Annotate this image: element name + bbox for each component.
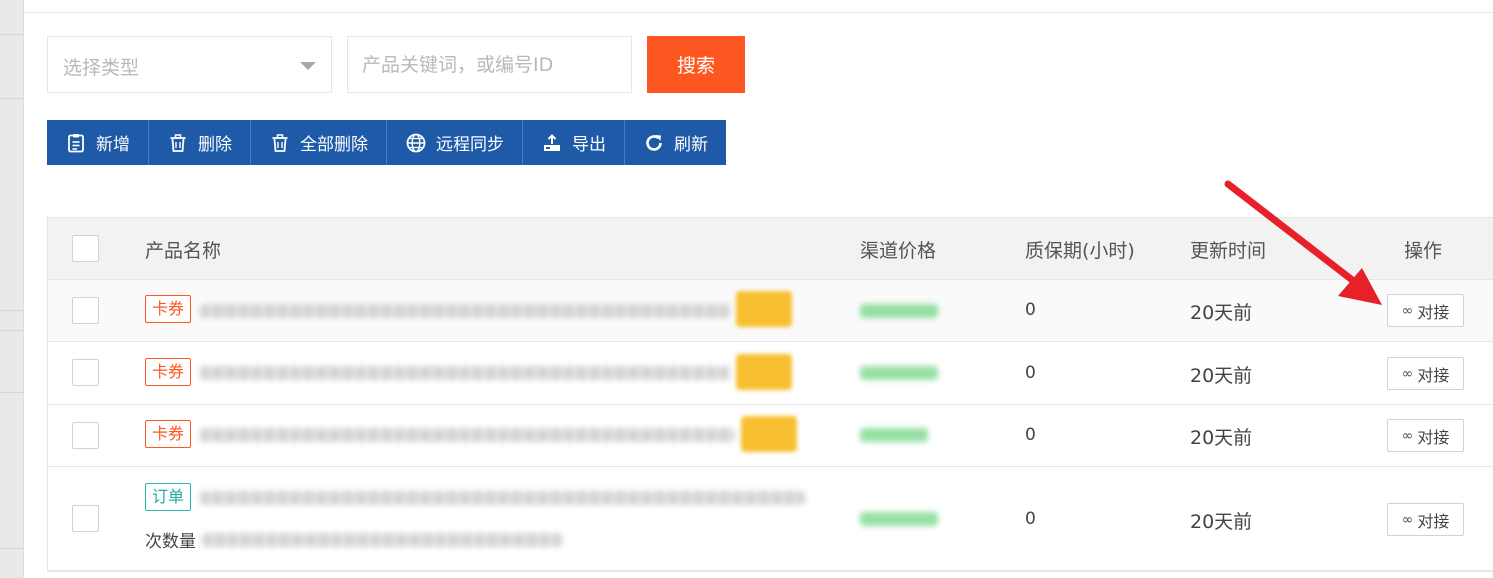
redacted-price (860, 512, 938, 526)
updated-time: 20天前 (1190, 511, 1253, 533)
type-tag: 卡券 (145, 295, 192, 323)
connect-button[interactable]: ∞ 对接 (1387, 357, 1464, 390)
row-checkbox[interactable] (72, 505, 99, 532)
row-checkbox[interactable] (72, 359, 99, 386)
warranty-value: 0 (1025, 300, 1036, 320)
redacted-badge (736, 354, 792, 390)
connect-button-label: 对接 (1417, 427, 1450, 447)
link-icon: ∞ (1401, 302, 1414, 319)
export-button[interactable]: 导出 (523, 120, 625, 165)
redacted-product-name (202, 533, 562, 547)
redacted-product-name (200, 304, 730, 318)
redacted-price (860, 428, 928, 442)
refresh-icon (643, 132, 665, 154)
type-tag: 卡券 (145, 358, 192, 386)
warranty-value: 0 (1025, 509, 1036, 529)
export-button-label: 导出 (572, 135, 606, 155)
table-row: 卡券 0 20天前 ∞ 对接 (48, 280, 1493, 342)
updated-time: 20天前 (1190, 427, 1253, 449)
redacted-badge (741, 416, 797, 452)
warranty-value: 0 (1025, 425, 1036, 445)
top-divider (24, 12, 1493, 13)
keyword-search-input[interactable] (347, 36, 632, 93)
header-product-name: 产品名称 (145, 240, 222, 262)
redacted-price (860, 366, 938, 380)
link-icon: ∞ (1401, 365, 1414, 382)
table-row: 卡券 0 20天前 ∞ 对接 (48, 342, 1493, 405)
chevron-down-icon (300, 62, 316, 70)
updated-time: 20天前 (1190, 302, 1253, 324)
updated-time: 20天前 (1190, 365, 1253, 387)
refresh-button-label: 刷新 (674, 135, 708, 155)
connect-button-label: 对接 (1417, 365, 1450, 385)
connect-button[interactable]: ∞ 对接 (1387, 419, 1464, 452)
select-all-checkbox[interactable] (72, 235, 99, 262)
header-warranty: 质保期(小时) (1025, 240, 1135, 262)
search-button[interactable]: 搜索 (647, 36, 745, 93)
connect-button[interactable]: ∞ 对接 (1387, 294, 1464, 327)
type-select-placeholder: 选择类型 (63, 57, 140, 79)
remote-sync-button-label: 远程同步 (436, 135, 504, 155)
action-toolbar: 新增 删除 全部删除 远程同步 导出 刷新 (47, 120, 726, 165)
rail-divider (0, 330, 24, 331)
redacted-product-name (200, 366, 730, 380)
trash-icon (167, 132, 189, 154)
rail-divider (0, 548, 24, 549)
warranty-value: 0 (1025, 363, 1036, 383)
clipboard-icon (65, 132, 87, 154)
refresh-button[interactable]: 刷新 (625, 120, 726, 165)
header-updated-time: 更新时间 (1190, 240, 1267, 262)
table-header: 产品名称 渠道价格 质保期(小时) 更新时间 操作 (48, 218, 1493, 280)
delete-button-label: 删除 (198, 135, 232, 155)
globe-icon (405, 132, 427, 154)
type-tag: 卡券 (145, 420, 192, 448)
product-table: 产品名称 渠道价格 质保期(小时) 更新时间 操作 卡券 0 20天前 ∞ 对接… (47, 217, 1493, 572)
header-actions: 操作 (1404, 240, 1443, 262)
connect-button-label: 对接 (1417, 302, 1450, 322)
connect-button[interactable]: ∞ 对接 (1387, 503, 1464, 536)
header-channel-price: 渠道价格 (860, 240, 937, 262)
redacted-product-name (200, 491, 805, 505)
connect-button-label: 对接 (1417, 511, 1450, 531)
remote-sync-button[interactable]: 远程同步 (387, 120, 523, 165)
redacted-badge (736, 291, 792, 327)
type-select[interactable]: 选择类型 (47, 36, 332, 93)
rail-divider (0, 34, 24, 35)
main-panel: 选择类型 搜索 新增 删除 全部删除 远程同步 (24, 0, 1493, 578)
link-icon: ∞ (1401, 427, 1414, 444)
add-button-label: 新增 (96, 135, 130, 155)
delete-button[interactable]: 删除 (149, 120, 251, 165)
export-icon (541, 132, 563, 154)
rail-divider (0, 392, 24, 393)
delete-all-button[interactable]: 全部删除 (251, 120, 387, 165)
product-name-suffix: 次数量 (145, 532, 196, 552)
table-row: 卡券 0 20天前 ∞ 对接 (48, 405, 1493, 467)
redacted-price (860, 304, 938, 318)
left-rail (0, 0, 24, 578)
add-button[interactable]: 新增 (47, 120, 149, 165)
row-checkbox[interactable] (72, 297, 99, 324)
rail-divider (0, 310, 24, 311)
type-tag: 订单 (145, 483, 192, 511)
row-checkbox[interactable] (72, 422, 99, 449)
table-row: 订单 次数量 0 20天前 ∞ 对接 (48, 467, 1493, 571)
delete-all-button-label: 全部删除 (300, 135, 368, 155)
link-icon: ∞ (1401, 511, 1414, 528)
rail-divider (0, 98, 24, 99)
trash-icon (269, 132, 291, 154)
redacted-product-name (200, 428, 735, 442)
